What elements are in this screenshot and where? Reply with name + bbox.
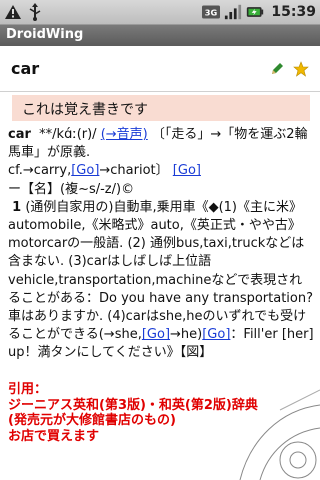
entry-pos-line: ー【名】(複~s/-z/)© [8, 181, 314, 199]
memo-text: これは覚え書きです [22, 102, 148, 118]
star-icon[interactable] [292, 60, 310, 78]
sense-text: (通例自家用の)自動車,乗用車《◆(1)《主に米》automobile,《米略式… [8, 199, 314, 343]
car-illustration-icon [239, 389, 320, 480]
status-time: 15:39 [271, 4, 316, 20]
entry-pronunciation: **/kɑ́ː(r)/ [39, 127, 97, 142]
sense-number: 1 [12, 199, 22, 215]
pencil-icon[interactable] [268, 60, 286, 78]
entry-etymology-line: cf.→carry,[Go]→chariot〕 [Go] [8, 162, 314, 180]
etymology-text-2: cf.→carry, [8, 163, 72, 179]
word-header: car [0, 46, 320, 92]
signal-icon [224, 3, 242, 21]
go-link[interactable]: [Go] [142, 327, 170, 342]
entry-sense: 1 (通例自家用の)自動車,乗用車《◆(1)《主に米》automobile,《米… [8, 199, 314, 363]
entry-pronunciation-line: car **/kɑ́ː(r)/ (→音声) 〔「走る」→「物を運ぶ2輪馬車」が原… [8, 126, 314, 162]
dictionary-entry: car **/kɑ́ː(r)/ (→音声) 〔「走る」→「物を運ぶ2輪馬車」が原… [8, 126, 314, 363]
network-3g-icon: 3G [202, 3, 221, 21]
audio-link[interactable]: (→音声) [101, 127, 148, 142]
app-title: DroidWing [6, 27, 84, 42]
status-right-icons: 3G 15:39 [202, 3, 316, 21]
usb-icon [26, 3, 44, 21]
status-bar: 3G 15:39 [0, 0, 320, 25]
status-left-icons [4, 3, 44, 21]
memo-note: これは覚え書きです [12, 95, 310, 121]
entry-headword: car [8, 127, 31, 142]
header-actions [268, 60, 310, 78]
app-title-bar: DroidWing [0, 25, 320, 46]
go-link[interactable]: [Go] [71, 163, 99, 178]
entry-word: car [11, 59, 40, 78]
sense-mid-text: →he) [170, 327, 203, 343]
go-link[interactable]: [Go] [173, 163, 201, 178]
warning-icon [4, 3, 22, 21]
go-link[interactable]: [Go] [202, 327, 230, 342]
battery-charging-icon [246, 3, 264, 21]
part-of-speech: ー【名】(複~s/-z/)© [8, 181, 135, 197]
etymology-text-3: →chariot〕 [99, 163, 169, 179]
network-label: 3G [205, 7, 218, 17]
